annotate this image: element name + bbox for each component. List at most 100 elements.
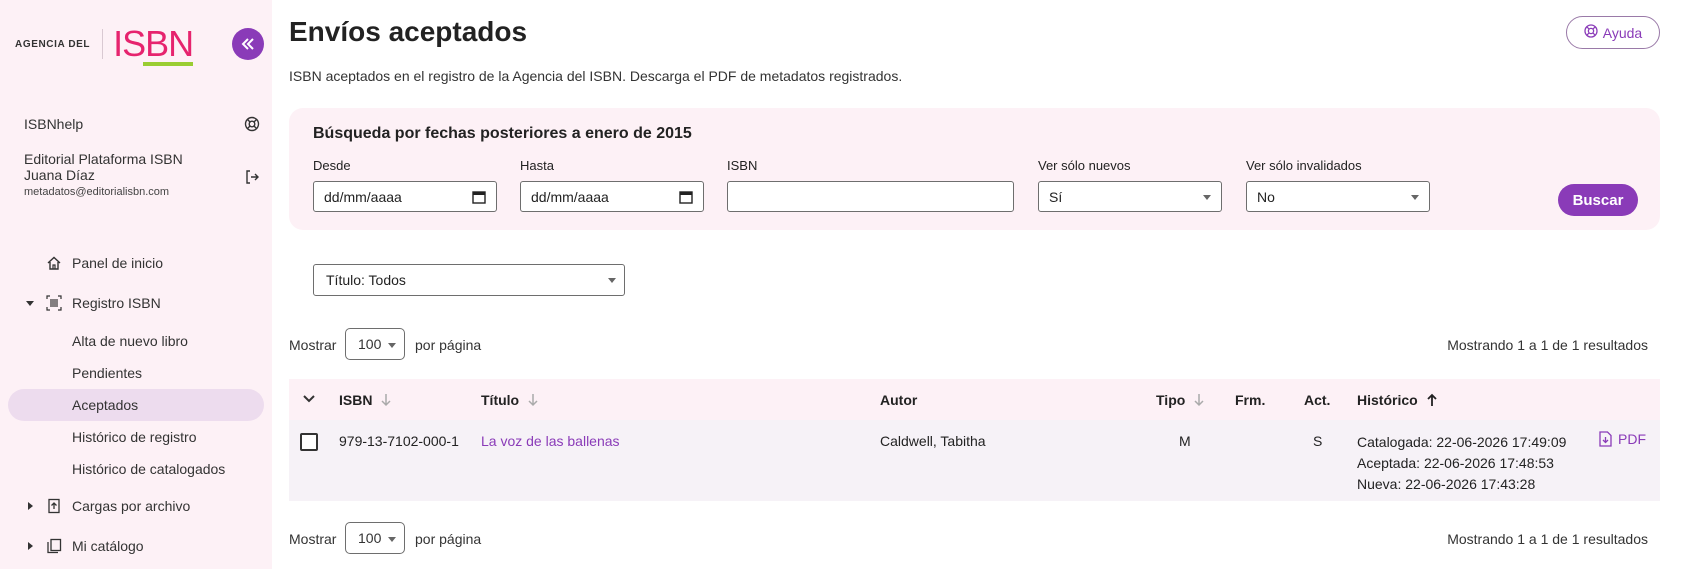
por-pagina-label: por página bbox=[415, 531, 482, 547]
column-autor-label: Autor bbox=[880, 392, 918, 408]
desde-label: Desde bbox=[313, 158, 351, 173]
nav-mi-catalogo[interactable]: Mi catálogo bbox=[8, 530, 264, 562]
mostrar-label: Mostrar bbox=[289, 337, 337, 353]
historico-aceptada: Aceptada: 22-06-2026 17:48:53 bbox=[1357, 455, 1554, 471]
sort-arrow-down-icon bbox=[528, 394, 538, 407]
isbnhelp-link[interactable]: ISBNhelp bbox=[24, 116, 260, 132]
dropdown-arrow-icon bbox=[608, 278, 616, 283]
hasta-value: dd/mm/aaaa bbox=[531, 188, 609, 205]
cell-historico: Catalogada: 22-06-2026 17:49:09 Aceptada… bbox=[1357, 432, 1566, 495]
help-button-label: Ayuda bbox=[1602, 24, 1643, 41]
pdf-download-link[interactable]: PDF bbox=[1599, 431, 1646, 447]
cell-isbn: 979-13-7102-000-1 bbox=[339, 433, 459, 449]
user-info: Editorial Plataforma ISBN Juana Díaz met… bbox=[24, 151, 260, 198]
sidebar: AGENCIA DEL ISBN ISBNhelp Editorial Plat… bbox=[0, 0, 272, 569]
calendar-icon[interactable] bbox=[679, 190, 693, 207]
pager-top: Mostrar 100 por página Mostrando 1 a 1 d… bbox=[289, 328, 1660, 362]
isbn-input[interactable] bbox=[727, 181, 1014, 212]
dropdown-arrow-icon bbox=[388, 343, 396, 348]
nav-alta-nuevo-libro[interactable]: Alta de nuevo libro bbox=[8, 325, 264, 357]
cell-titulo-link[interactable]: La voz de las ballenas bbox=[481, 433, 620, 449]
nav-label: Pendientes bbox=[72, 365, 143, 381]
logout-icon[interactable] bbox=[244, 169, 260, 190]
nav-historico-catalogados[interactable]: Histórico de catalogados bbox=[8, 453, 264, 485]
column-header-historico[interactable]: Histórico bbox=[1357, 392, 1438, 408]
nav-panel-de-inicio[interactable]: Panel de inicio bbox=[8, 247, 264, 279]
nav-cargas-por-archivo[interactable]: Cargas por archivo bbox=[8, 490, 264, 522]
page-title: Envíos aceptados bbox=[289, 16, 528, 47]
results-count: Mostrando 1 a 1 de 1 resultados bbox=[1447, 337, 1648, 353]
buscar-button[interactable]: Buscar bbox=[1558, 184, 1638, 216]
per-page-value: 100 bbox=[358, 336, 382, 352]
mostrar-label: Mostrar bbox=[289, 531, 337, 547]
double-chevron-left-icon bbox=[241, 38, 254, 50]
column-header-isbn[interactable]: ISBN bbox=[339, 392, 392, 408]
isbnhelp-label: ISBNhelp bbox=[24, 116, 84, 132]
nuevos-select[interactable]: Sí bbox=[1038, 181, 1222, 212]
per-page-value: 100 bbox=[358, 530, 382, 546]
upload-file-icon bbox=[44, 498, 64, 514]
nav-label: Alta de nuevo libro bbox=[72, 333, 188, 349]
home-icon bbox=[44, 255, 64, 271]
isbn-field-group: ISBN bbox=[727, 158, 1014, 212]
nav-label: Mi catálogo bbox=[72, 538, 144, 554]
calendar-icon[interactable] bbox=[472, 190, 486, 207]
isbn-label: ISBN bbox=[727, 158, 758, 173]
table-row: 979-13-7102-000-1 La voz de las ballenas… bbox=[289, 420, 1660, 501]
nav-registro-isbn[interactable]: Registro ISBN bbox=[8, 287, 264, 319]
caret-right-icon bbox=[24, 541, 36, 551]
per-page-select[interactable]: 100 bbox=[345, 522, 405, 554]
results-table: ISBN Título Autor Tipo Frm. Act. Históri… bbox=[289, 379, 1660, 501]
isbn-logo[interactable]: AGENCIA DEL ISBN bbox=[15, 26, 194, 66]
column-titulo-label: Título bbox=[481, 392, 520, 408]
column-frm-label: Frm. bbox=[1235, 392, 1266, 408]
logo-agency-label: AGENCIA DEL bbox=[15, 38, 91, 50]
nav-label: Histórico de catalogados bbox=[72, 461, 226, 477]
por-pagina-label: por página bbox=[415, 337, 482, 353]
nav-pendientes[interactable]: Pendientes bbox=[8, 357, 264, 389]
nav-label: Panel de inicio bbox=[72, 255, 164, 271]
sort-arrow-down-icon bbox=[381, 394, 391, 407]
nav-label: Aceptados bbox=[72, 397, 139, 413]
caret-down-icon bbox=[24, 298, 36, 308]
invalidados-select[interactable]: No bbox=[1246, 181, 1430, 212]
nav-aceptados[interactable]: Aceptados bbox=[8, 389, 264, 421]
nav-label: Histórico de registro bbox=[72, 429, 197, 445]
column-header-autor: Autor bbox=[880, 392, 917, 408]
column-tipo-label: Tipo bbox=[1156, 392, 1186, 408]
expand-all-chevron-icon[interactable] bbox=[302, 394, 316, 404]
nav-label: Cargas por archivo bbox=[72, 498, 191, 514]
user-name: Juana Díaz bbox=[24, 167, 95, 183]
cell-autor: Caldwell, Tabitha bbox=[880, 433, 986, 449]
desde-date-input[interactable]: dd/mm/aaaa bbox=[313, 181, 497, 212]
desde-field-group: Desde dd/mm/aaaa bbox=[313, 158, 497, 212]
per-page-select[interactable]: 100 bbox=[345, 328, 405, 360]
sort-arrow-down-icon bbox=[1194, 394, 1204, 407]
lifebuoy-icon bbox=[244, 116, 260, 135]
search-panel: Búsqueda por fechas posteriores a enero … bbox=[289, 108, 1660, 230]
collapse-sidebar-button[interactable] bbox=[232, 28, 264, 60]
user-email: metadatos@editorialisbn.com bbox=[24, 186, 170, 198]
pdf-label: PDF bbox=[1618, 431, 1646, 447]
library-icon bbox=[44, 538, 64, 554]
nuevos-value: Sí bbox=[1049, 188, 1063, 205]
row-select-checkbox[interactable] bbox=[300, 433, 318, 451]
invalidados-label: Ver sólo invalidados bbox=[1246, 158, 1362, 173]
help-button[interactable]: Ayuda bbox=[1566, 16, 1660, 49]
help-icon bbox=[1584, 24, 1598, 41]
column-header-tipo[interactable]: Tipo bbox=[1156, 392, 1205, 408]
column-historico-label: Histórico bbox=[1357, 392, 1418, 408]
hasta-field-group: Hasta dd/mm/aaaa bbox=[520, 158, 704, 212]
titulo-filter-select[interactable]: Título: Todos bbox=[313, 264, 625, 296]
dropdown-arrow-icon bbox=[1411, 195, 1419, 200]
dropdown-arrow-icon bbox=[1203, 195, 1211, 200]
logo-divider bbox=[102, 29, 104, 59]
historico-nueva: Nueva: 22-06-2026 17:43:28 bbox=[1357, 476, 1536, 492]
hasta-date-input[interactable]: dd/mm/aaaa bbox=[520, 181, 704, 212]
barcode-scan-icon bbox=[44, 295, 64, 311]
user-company: Editorial Plataforma ISBN bbox=[24, 151, 183, 167]
search-title: Búsqueda por fechas posteriores a enero … bbox=[313, 125, 692, 142]
titulo-filter-value: Título: Todos bbox=[326, 272, 406, 288]
nav-historico-registro[interactable]: Histórico de registro bbox=[8, 421, 264, 453]
column-header-titulo[interactable]: Título bbox=[481, 392, 539, 408]
